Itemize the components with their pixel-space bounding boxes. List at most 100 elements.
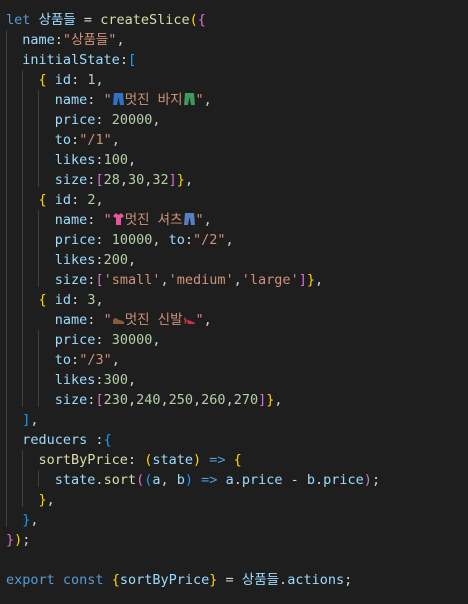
code-line[interactable]: state.sort((a, b) => a.price - b.price); (6, 470, 380, 490)
code-token: a (152, 472, 161, 488)
code-line[interactable]: ], (6, 410, 38, 430)
code-token: { (197, 12, 206, 28)
code-token: , (46, 492, 55, 508)
code-token: } (306, 272, 315, 288)
code-token: 'small' (103, 272, 161, 288)
code-token: 'medium' (168, 272, 234, 288)
code-token: : (54, 32, 63, 48)
code-line[interactable]: export const {sortByPrice} = 상품들.actions… (6, 570, 352, 590)
code-token: , (30, 512, 39, 528)
code-token: 10000 (111, 232, 153, 248)
code-line[interactable]: likes:200, (6, 250, 136, 270)
code-editor[interactable]: let 상품들 = createSlice({ name:"상품들", init… (0, 0, 468, 604)
code-token: 'large' (241, 272, 299, 288)
code-line[interactable]: }); (6, 530, 30, 550)
code-line[interactable]: name: " 멋진 셔츠 ", (6, 210, 212, 230)
code-token: a (225, 472, 234, 488)
code-token: => (201, 452, 234, 468)
shirt-emoji-icon (112, 213, 124, 225)
code-token: , (314, 272, 324, 288)
code-line[interactable]: price: 30000, (6, 330, 161, 350)
code-token: : (71, 292, 88, 308)
code-line[interactable]: likes:300, (6, 370, 136, 390)
code-token: [ (95, 172, 104, 188)
code-token: 상품들 (241, 572, 280, 588)
code-token: "/2" (193, 232, 226, 248)
code-line[interactable]: to:"/1", (6, 130, 120, 150)
code-token: likes (54, 152, 96, 168)
code-token: " (195, 92, 204, 108)
code-token: price (323, 472, 364, 488)
code-token: ] (298, 272, 307, 288)
code-token: { (103, 432, 112, 448)
code-token: , (233, 272, 242, 288)
heel-emoji-icon (183, 317, 195, 324)
code-line[interactable]: size:['small','medium','large']}, (6, 270, 323, 290)
code-token: 300 (103, 372, 128, 388)
code-token: , (203, 312, 212, 328)
code-token: b (306, 472, 316, 488)
code-token: b (176, 472, 185, 488)
code-line[interactable]: initialState:[ (6, 50, 136, 70)
code-line[interactable]: name:"상품들", (6, 30, 124, 50)
code-token: id (54, 292, 72, 308)
code-token: price (241, 472, 283, 488)
code-token: : (95, 152, 104, 168)
code-token: 30000 (111, 332, 153, 348)
code-token: 상품들 (38, 12, 76, 28)
code-token: { (38, 292, 47, 308)
code-line[interactable]: to:"/3", (6, 350, 120, 370)
code-token: " (195, 212, 204, 228)
code-token: , (95, 72, 104, 88)
code-line[interactable]: price: 20000, (6, 110, 161, 130)
code-token: : (95, 372, 104, 388)
code-token: : (95, 332, 112, 348)
code-token: ( (189, 12, 198, 28)
code-line[interactable]: }, (6, 490, 55, 510)
heel-emoji (183, 312, 196, 328)
code-token: 250 (168, 392, 194, 408)
code-token: { (233, 452, 242, 468)
code-token: 230 (103, 392, 128, 408)
pants2-emoji (183, 92, 196, 108)
code-line[interactable]: size:[28,30,32]}, (6, 170, 193, 190)
code-line[interactable]: name: " 멋진 바지 ", (6, 90, 212, 110)
code-line[interactable]: name: " 멋진 신발 ", (6, 310, 212, 330)
code-token: = (75, 12, 101, 28)
code-token: : (119, 52, 128, 68)
code-token: 260 (201, 392, 226, 408)
code-token: "/3" (79, 352, 112, 368)
code-token: ( (136, 472, 145, 488)
code-line[interactable]: let 상품들 = createSlice({ (6, 10, 206, 30)
pants2-emoji-icon (183, 93, 195, 105)
shoe-emoji-icon (112, 318, 124, 324)
code-token: 멋진 신발 (124, 312, 183, 328)
code-line[interactable]: { id: 1, (6, 70, 104, 90)
code-line[interactable]: size:[230,240,250,260,270]}, (6, 390, 283, 410)
code-line[interactable]: { id: 3, (6, 290, 104, 310)
code-line[interactable]: }, (6, 510, 39, 530)
code-token: " (103, 92, 112, 108)
code-token: ; (371, 472, 381, 488)
code-token: : (87, 92, 104, 108)
code-token: [ (95, 272, 104, 288)
code-token: reducers (22, 432, 88, 448)
code-token: initialState (22, 52, 120, 68)
code-line[interactable]: price: 10000, to:"/2", (6, 230, 234, 250)
code-token: . (233, 472, 242, 488)
code-token: 32 (152, 172, 169, 188)
code-line[interactable]: { id: 2, (6, 190, 104, 210)
code-token: " (103, 212, 112, 228)
code-line[interactable]: sortByPrice: (state) => { (6, 450, 242, 470)
code-token: ; (22, 532, 31, 548)
code-token: likes (54, 252, 96, 268)
code-line[interactable]: reducers :{ (6, 430, 112, 450)
code-line[interactable]: likes:100, (6, 150, 136, 170)
